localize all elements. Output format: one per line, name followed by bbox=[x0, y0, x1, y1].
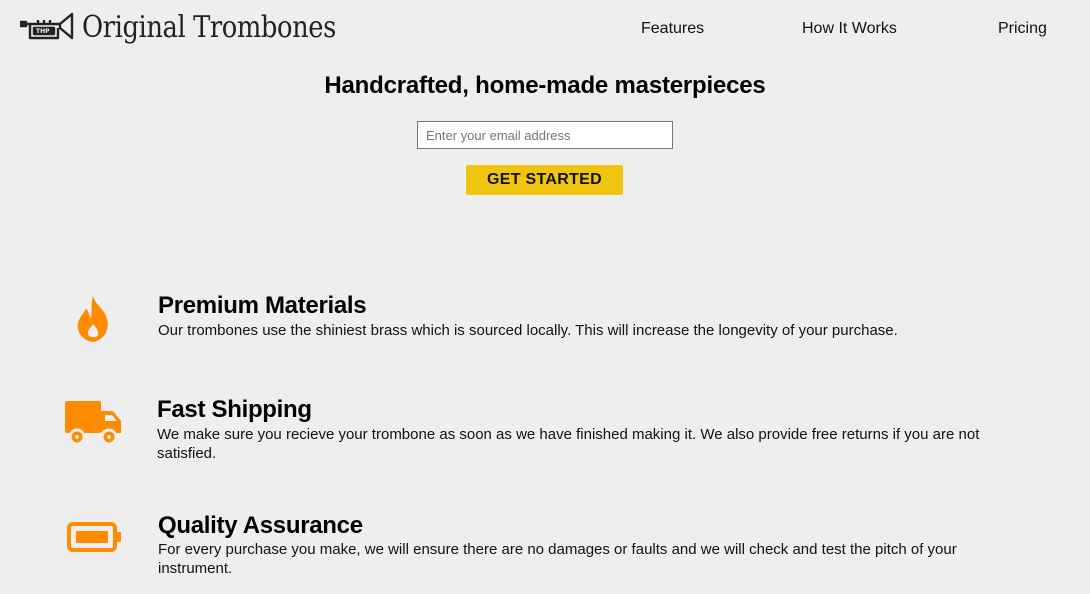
feature-title: Quality Assurance bbox=[158, 512, 363, 539]
feature-description: For every purchase you make, we will ens… bbox=[158, 541, 957, 577]
fire-icon bbox=[77, 296, 108, 342]
feature-description: Our trombones use the shiniest brass whi… bbox=[158, 322, 898, 339]
site-header: THP Original Trombones Features How It W… bbox=[0, 0, 1090, 60]
nav-link-pricing[interactable]: Pricing bbox=[998, 20, 1047, 38]
battery-icon bbox=[67, 522, 121, 552]
nav-link-features[interactable]: Features bbox=[641, 20, 704, 38]
feature-title: Fast Shipping bbox=[157, 396, 312, 423]
svg-text:THP: THP bbox=[36, 28, 50, 35]
get-started-button[interactable]: GET STARTED bbox=[466, 165, 623, 195]
feature-title: Premium Materials bbox=[158, 292, 367, 319]
hero-title: Handcrafted, home-made masterpieces bbox=[324, 72, 766, 99]
trombone-icon: THP bbox=[20, 12, 74, 39]
feature-description: We make sure you recieve your trombone a… bbox=[157, 426, 980, 462]
logo[interactable]: THP Original Trombones bbox=[20, 10, 377, 45]
truck-icon bbox=[65, 401, 121, 446]
logo-text: Original Trombones bbox=[82, 10, 336, 45]
nav-link-how-it-works[interactable]: How It Works bbox=[802, 20, 897, 38]
email-input[interactable] bbox=[417, 121, 673, 149]
